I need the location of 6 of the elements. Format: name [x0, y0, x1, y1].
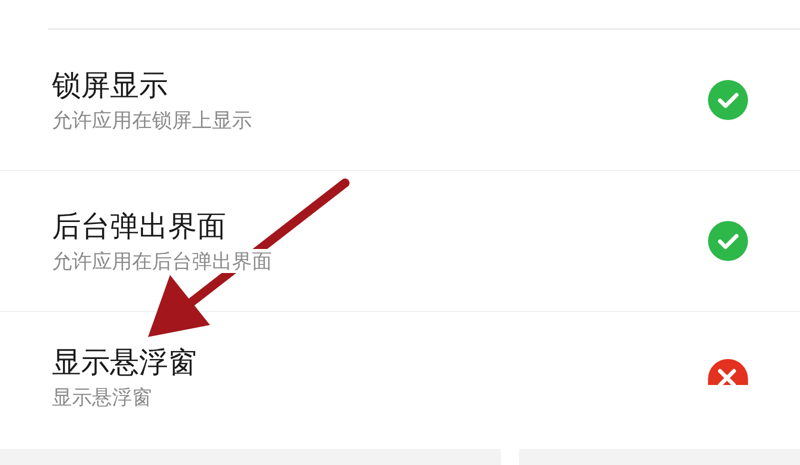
setting-title: 锁屏显示 — [52, 68, 169, 102]
setting-description: 允许应用在锁屏上显示 — [52, 108, 252, 132]
setting-description: 显示悬浮窗 — [52, 385, 152, 410]
setting-description: 允许应用在后台弹出界面 — [52, 249, 272, 274]
setting-title: 显示悬浮窗 — [52, 344, 197, 380]
setting-title: 后台弹出界面 — [52, 208, 227, 244]
